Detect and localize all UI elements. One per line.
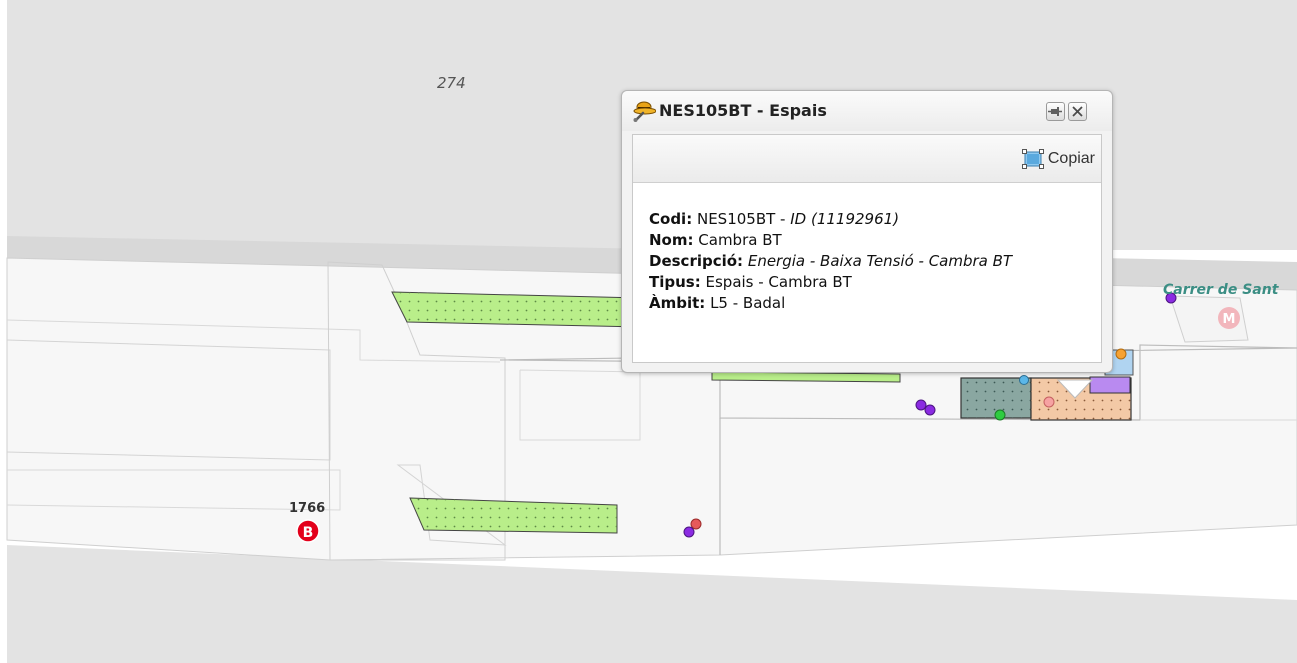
equipment-point[interactable] — [1019, 375, 1029, 385]
select-area-icon — [1021, 148, 1045, 170]
equipment-point[interactable] — [994, 409, 1006, 421]
nom-value: Cambra BT — [698, 231, 782, 249]
feature-info: Codi: NES105BT - ID (11192961) Nom: Camb… — [649, 209, 1012, 314]
copy-label: Copiar — [1047, 150, 1095, 167]
equipment-point[interactable] — [924, 404, 936, 416]
equipment-point[interactable] — [683, 526, 695, 538]
street-label: Carrer de Sant — [1163, 282, 1280, 298]
tipus-label: Tipus: — [649, 273, 701, 291]
ambit-value: L5 - Badal — [710, 294, 786, 312]
ambit-label: Àmbit: — [649, 294, 706, 312]
nom-row: Nom: Cambra BT — [649, 230, 1012, 251]
bus-stop-number: 1766 — [289, 501, 325, 516]
purple-space[interactable] — [1089, 376, 1131, 394]
metro-icon-letter: M — [1223, 312, 1236, 327]
popup-header[interactable]: NES105BT - Espais — [622, 91, 1112, 131]
descripcio-value: Energia - Baixa Tensió - Cambra BT — [747, 252, 1013, 270]
descripcio-row: Descripció: Energia - Baixa Tensió - Cam… — [649, 251, 1012, 272]
close-button[interactable] — [1068, 102, 1087, 121]
green-space-pattern — [392, 292, 640, 327]
pin-button[interactable] — [1046, 102, 1065, 121]
nom-label: Nom: — [649, 231, 694, 249]
tipus-value: Espais - Cambra BT — [705, 273, 852, 291]
ambit-row: Àmbit: L5 - Badal — [649, 293, 1012, 314]
popup-toolbar: Copiar — [633, 135, 1101, 183]
equipment-point[interactable] — [1043, 396, 1055, 408]
codi-row: Codi: NES105BT - ID (11192961) — [649, 209, 1012, 230]
codi-id: ID (11192961) — [790, 210, 900, 228]
popup-body: Copiar Codi: NES105BT - ID (11192961) No… — [632, 134, 1102, 363]
close-icon — [1072, 106, 1083, 117]
popup-title: NES105BT - Espais — [659, 101, 827, 120]
map-view[interactable]: M 274 Carrer de Sant 1766 B NES105BT - E… — [0, 0, 1297, 663]
equipment-point[interactable] — [690, 518, 702, 530]
block-number-label: 274 — [437, 74, 466, 92]
explorer-hat-icon — [632, 98, 657, 122]
copy-button[interactable]: Copiar — [1021, 147, 1095, 171]
info-popup: NES105BT - Espais Copiar Codi: NES105BT … — [621, 90, 1113, 373]
codi-value: NES105BT - — [696, 210, 786, 228]
codi-label: Codi: — [649, 210, 693, 228]
equipment-point[interactable] — [915, 399, 927, 411]
green-space[interactable] — [711, 371, 901, 383]
pin-icon — [1048, 107, 1062, 116]
bus-stop-letter: B — [303, 525, 314, 541]
equipment-point[interactable] — [1115, 348, 1127, 360]
descripcio-label: Descripció: — [649, 252, 744, 270]
tipus-row: Tipus: Espais - Cambra BT — [649, 272, 1012, 293]
